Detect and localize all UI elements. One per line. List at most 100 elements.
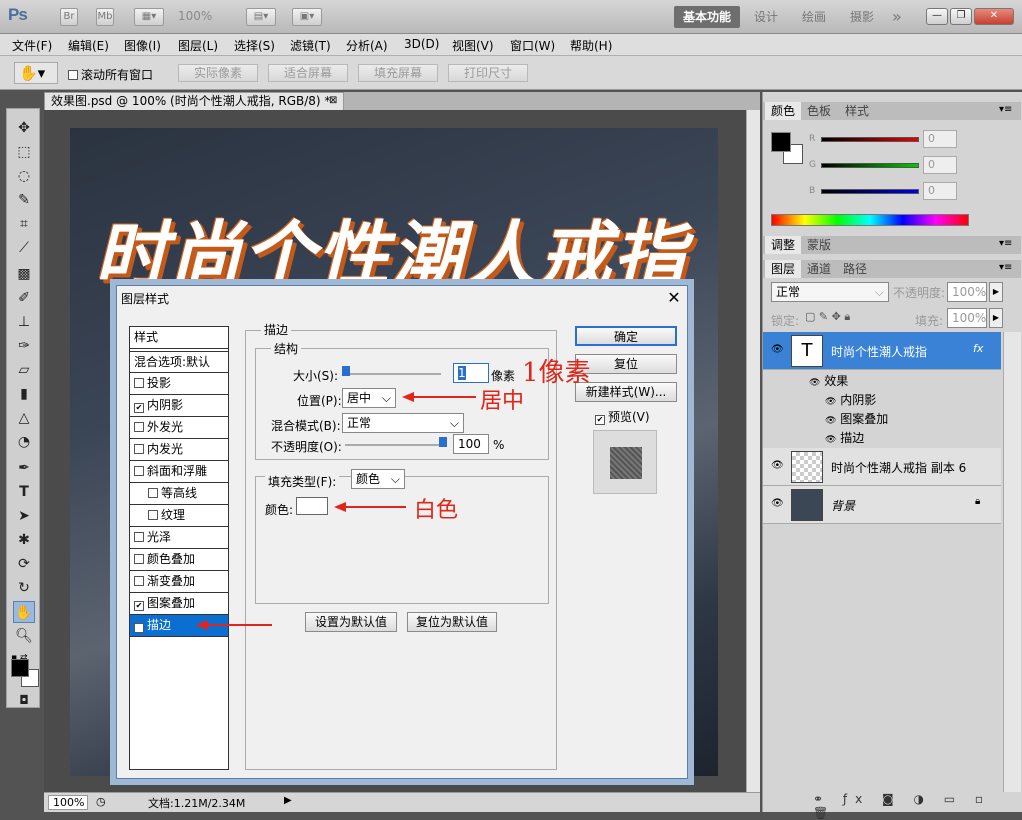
tab-color[interactable]: 颜色	[765, 102, 802, 120]
gradient-tool-icon[interactable]: ▮	[13, 383, 35, 405]
move-tool-icon[interactable]: ✥	[13, 117, 35, 139]
layer-row-background[interactable]: 👁︎ 背景 🔒︎	[763, 486, 1001, 524]
layer-fill-input[interactable]: 100%	[947, 308, 987, 328]
eye-icon[interactable]: 👁︎	[771, 344, 784, 355]
fill-type-select[interactable]: 颜色 ⌵	[351, 469, 405, 489]
vertical-scrollbar[interactable]	[746, 110, 760, 792]
effect-row[interactable]: 👁︎ 描边	[825, 429, 864, 446]
crop-tool-icon[interactable]: ⌗	[13, 213, 35, 235]
workspace-photo[interactable]: 摄影	[850, 8, 874, 26]
zoom-tool-icon[interactable]: 🔍︎	[13, 625, 35, 647]
3d-orbit-tool-icon[interactable]: ↻	[13, 577, 35, 599]
type-tool-icon[interactable]: T	[13, 481, 35, 503]
layers-scrollbar[interactable]	[1003, 332, 1021, 792]
menu-window[interactable]: 窗口(W)	[510, 37, 555, 54]
tab-channels[interactable]: 通道	[801, 260, 837, 278]
menu-select[interactable]: 选择(S)	[234, 37, 275, 54]
style-item[interactable]: 等高线	[130, 483, 228, 505]
mini-bridge-button[interactable]: Mb	[96, 8, 114, 26]
tab-adjustments[interactable]: 调整	[765, 236, 802, 254]
marquee-tool-icon[interactable]: ⬚	[13, 141, 35, 163]
size-slider[interactable]	[345, 373, 441, 375]
foreground-color-swatch[interactable]	[11, 659, 29, 677]
panel-menu-icon[interactable]: ▾≡	[999, 238, 1012, 249]
close-window-icon[interactable]: ✕	[974, 8, 1014, 25]
dodge-tool-icon[interactable]: ◔	[13, 431, 35, 453]
blur-tool-icon[interactable]: △	[13, 407, 35, 429]
stamp-tool-icon[interactable]: ⊥	[13, 311, 35, 333]
position-select[interactable]: 居中 ⌵	[342, 388, 396, 408]
history-brush-icon[interactable]: ✑	[13, 335, 35, 357]
blend-mode-select[interactable]: 正常 ⌵	[342, 413, 464, 433]
panel-fg-swatch[interactable]	[771, 132, 791, 152]
blend-mode-dropdown[interactable]: 正常 ⌵	[771, 282, 889, 302]
layer-actions-icons[interactable]: ⚭ ƒx ◙ ◑ ▭ ▫ 🗑︎	[813, 792, 1022, 820]
menu-layer[interactable]: 图层(L)	[178, 37, 218, 54]
style-item[interactable]: ✔ 内阴影	[130, 395, 228, 417]
style-item[interactable]: 光泽	[130, 527, 228, 549]
hand-tool-icon[interactable]: ✋	[13, 601, 35, 623]
3d-rotate-tool-icon[interactable]: ⟳	[13, 553, 35, 575]
style-item[interactable]: 内发光	[130, 439, 228, 461]
g-slider[interactable]	[821, 163, 919, 168]
set-default-button[interactable]: 设置为默认值	[305, 612, 397, 632]
quick-select-tool-icon[interactable]: ✎	[13, 189, 35, 211]
menu-view[interactable]: 视图(V)	[452, 37, 494, 54]
menu-analysis[interactable]: 分析(A)	[346, 37, 388, 54]
screen-mode-icon[interactable]: ▣▾	[292, 8, 322, 26]
style-item[interactable]: 颜色叠加	[130, 549, 228, 571]
size-input[interactable]: 1	[453, 363, 489, 383]
menu-help[interactable]: 帮助(H)	[570, 37, 612, 54]
more-workspaces-icon[interactable]: »	[892, 8, 902, 26]
workspace-basic[interactable]: 基本功能	[674, 6, 740, 28]
b-value[interactable]: 0	[923, 182, 957, 200]
opacity-input[interactable]: 100	[453, 434, 489, 454]
size-slider-thumb[interactable]	[342, 366, 350, 376]
healing-tool-icon[interactable]: ▩	[13, 263, 35, 285]
print-size-button[interactable]: 打印尺寸	[448, 64, 528, 82]
opacity-arrow-icon[interactable]: ▶	[989, 282, 1003, 302]
brush-tool-icon[interactable]: ✐	[13, 287, 35, 309]
path-select-tool-icon[interactable]: ➤	[13, 505, 35, 527]
style-item[interactable]: ✔ 图案叠加	[130, 593, 228, 615]
effect-row[interactable]: 👁︎ 内阴影	[825, 391, 876, 408]
workspace-paint[interactable]: 绘画	[802, 8, 826, 26]
close-tab-icon[interactable]: ⊠	[329, 93, 337, 109]
preview-checkbox[interactable]: ✔ 预览(V)	[595, 408, 650, 425]
bridge-button[interactable]: Br	[60, 8, 78, 26]
style-item[interactable]: 外发光	[130, 417, 228, 439]
status-info-icon[interactable]: ◷	[96, 795, 106, 808]
fit-screen-button[interactable]: 适合屏幕	[268, 64, 348, 82]
restore-icon[interactable]: ❐	[950, 8, 972, 25]
panel-menu-icon[interactable]: ▾≡	[999, 262, 1012, 273]
tab-styles[interactable]: 样式	[839, 102, 875, 120]
menu-filter[interactable]: 滤镜(T)	[290, 37, 331, 54]
quick-mask-icon[interactable]: ◘	[13, 689, 35, 711]
effects-label-row[interactable]: 👁︎ 效果	[809, 372, 848, 389]
zoom-level-dropdown[interactable]: 100%	[178, 9, 228, 23]
document-tab[interactable]: 效果图.psd @ 100% (时尚个性潮人戒指, RGB/8) * ⊠	[44, 92, 344, 110]
ok-button[interactable]: 确定	[575, 326, 677, 346]
style-item[interactable]: ✔ 描边	[130, 615, 228, 637]
scroll-all-windows-checkbox[interactable]: 滚动所有窗口	[68, 66, 153, 83]
eye-icon[interactable]: 👁︎	[771, 498, 784, 509]
menu-file[interactable]: 文件(F)	[12, 37, 52, 54]
opacity-slider[interactable]	[345, 444, 441, 446]
tab-swatches[interactable]: 色板	[801, 102, 837, 120]
eraser-tool-icon[interactable]: ▱	[13, 359, 35, 381]
r-slider[interactable]	[821, 137, 919, 142]
g-value[interactable]: 0	[923, 156, 957, 174]
effect-row[interactable]: 👁︎ 图案叠加	[825, 410, 888, 427]
reset-default-button[interactable]: 复位为默认值	[407, 612, 497, 632]
menu-edit[interactable]: 编辑(E)	[68, 37, 109, 54]
workspace-design[interactable]: 设计	[754, 8, 778, 26]
actual-pixels-button[interactable]: 实际像素	[178, 64, 258, 82]
tab-paths[interactable]: 路径	[837, 260, 873, 278]
close-icon[interactable]: ✕	[665, 289, 683, 307]
menu-image[interactable]: 图像(I)	[124, 37, 161, 54]
menu-3d[interactable]: 3D(D)	[404, 37, 439, 51]
b-slider[interactable]	[821, 189, 919, 194]
layer-row-text[interactable]: 👁︎ T 时尚个性潮人戒指 fx	[763, 332, 1001, 370]
r-value[interactable]: 0	[923, 130, 957, 148]
style-item[interactable]: 投影	[130, 373, 228, 395]
